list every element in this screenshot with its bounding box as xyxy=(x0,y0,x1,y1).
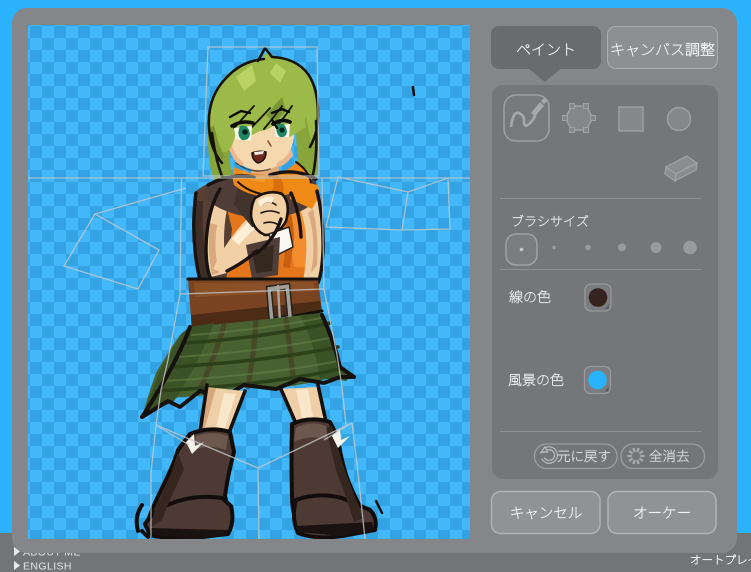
svg-text:ENGLISH: ENGLISH xyxy=(23,561,72,572)
